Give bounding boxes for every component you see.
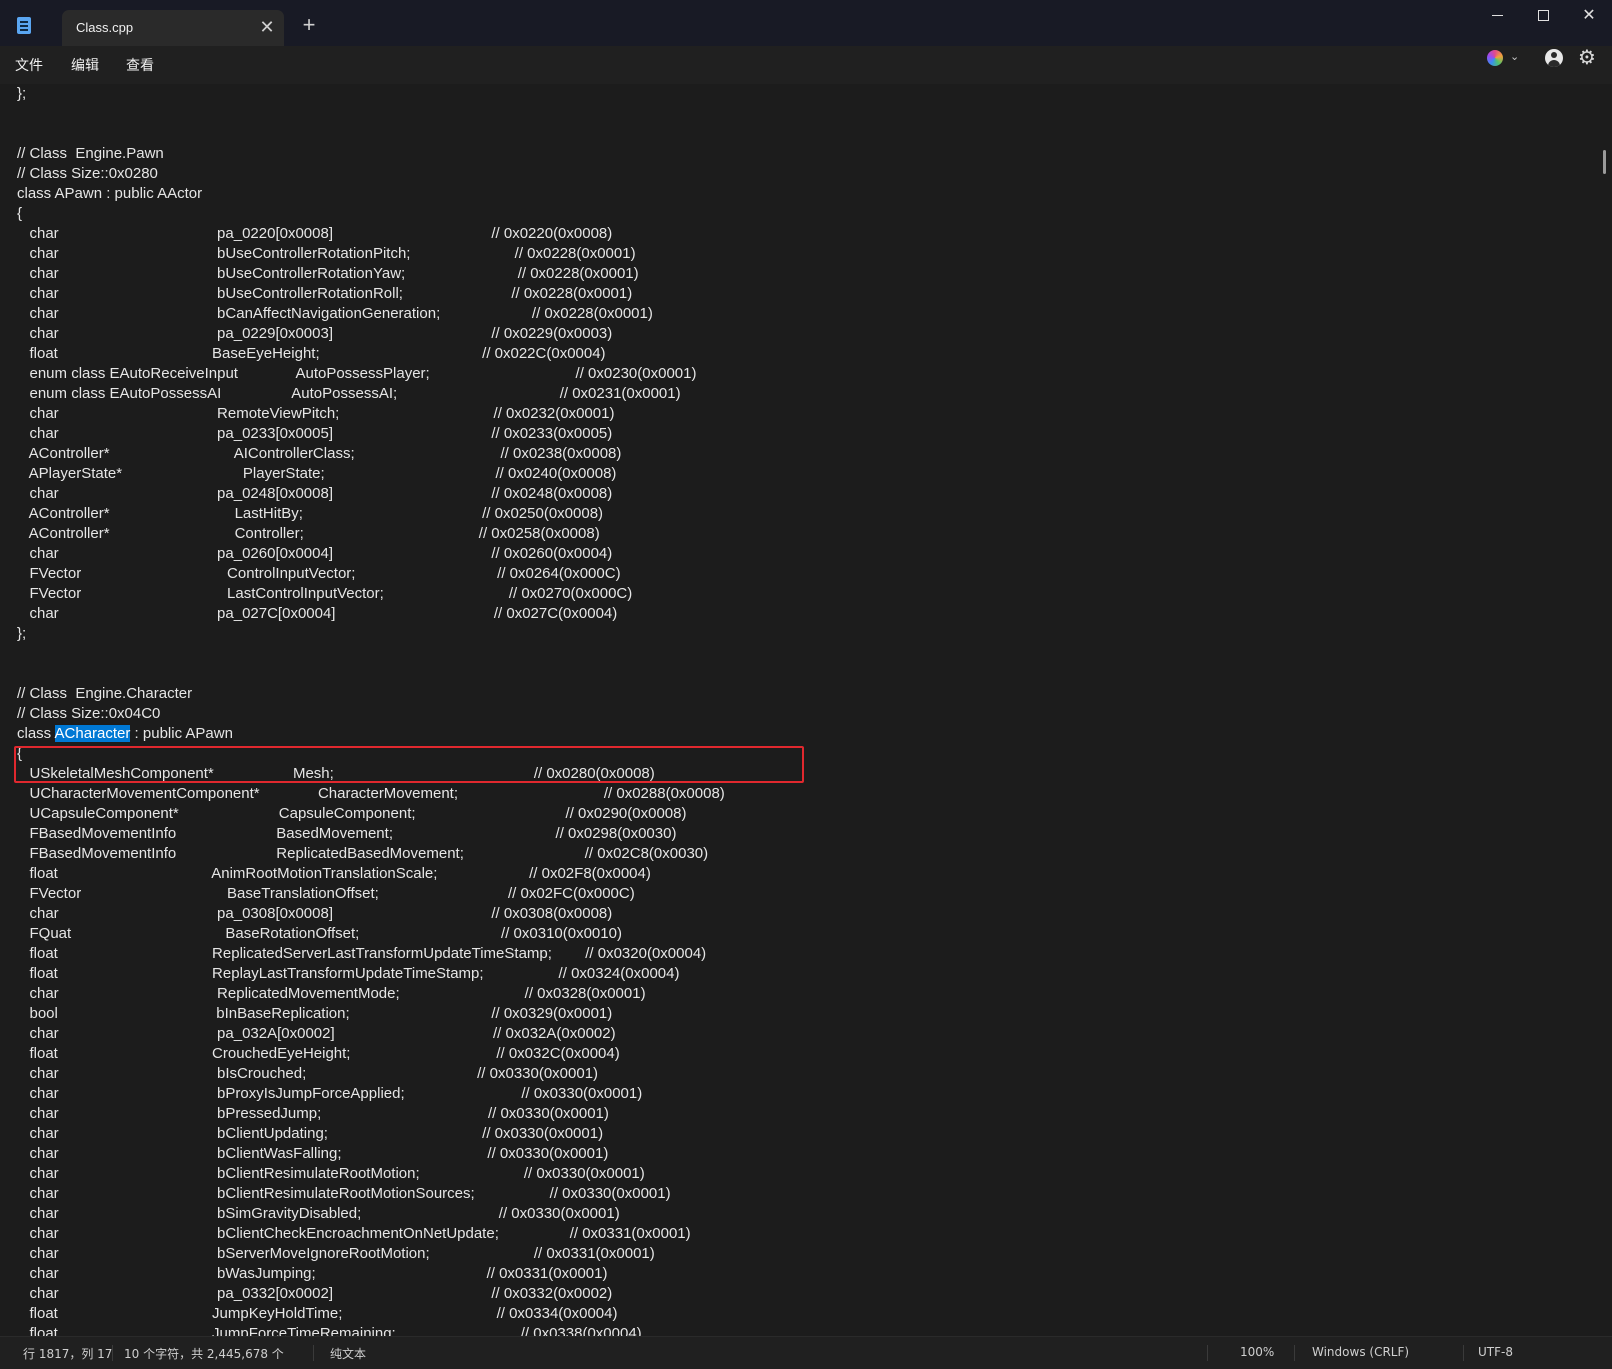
code-line: char RemoteViewPitch; // 0x0232(0x0001) [17, 405, 615, 422]
encoding[interactable]: UTF-8 [1478, 1345, 1513, 1359]
copilot-icon[interactable] [1487, 50, 1503, 66]
code-line: AController* Controller; // 0x0258(0x000… [17, 525, 600, 542]
status-bar: 行 1817，列 17 10 个字符，共 2,445,678 个 纯文本 100… [0, 1336, 1612, 1369]
code-line: // Class Engine.Character [17, 685, 193, 702]
code-line: float ReplicatedServerLastTransformUpdat… [17, 945, 707, 962]
code-line: char pa_027C[0x0004] // 0x027C(0x0004) [17, 605, 618, 622]
code-line: // Class Size::0x04C0 [17, 705, 161, 722]
maximize-icon [1537, 10, 1549, 22]
code-line: float CrouchedEyeHeight; // 0x032C(0x000… [17, 1045, 620, 1062]
code-line: AController* LastHitBy; // 0x0250(0x0008… [17, 505, 604, 522]
menu-bar: 文件 编辑 查看 [0, 46, 1612, 84]
tab-class-cpp[interactable]: Class.cpp ✕ [62, 10, 284, 46]
code-line: FBasedMovementInfo ReplicatedBasedMoveme… [17, 845, 709, 862]
code-line: char bPressedJump; // 0x0330(0x0001) [17, 1105, 609, 1122]
code-line: char ReplicatedMovementMode; // 0x0328(0… [17, 985, 646, 1002]
code-line: FBasedMovementInfo BasedMovement; // 0x0… [17, 825, 677, 842]
code-line: char bClientResimulateRootMotionSources;… [17, 1185, 671, 1202]
code-line: char bProxyIsJumpForceApplied; // 0x0330… [17, 1085, 643, 1102]
vertical-scrollbar[interactable] [1596, 84, 1612, 1336]
line-ending[interactable]: Windows (CRLF) [1312, 1345, 1409, 1359]
maximize-button[interactable] [1520, 0, 1566, 32]
cursor-position: 行 1817，列 17 [23, 1347, 113, 1361]
code-line: }; [17, 85, 27, 102]
title-bar: Class.cpp ✕ + ✕ [0, 0, 1612, 47]
code-line: char bIsCrouched; // 0x0330(0x0001) [17, 1065, 599, 1082]
code-line: UCharacterMovementComponent* CharacterMo… [17, 785, 725, 802]
code-text: : public APawn [130, 725, 233, 742]
menu-view[interactable]: 查看 [126, 55, 154, 75]
status-divider [1463, 1345, 1464, 1361]
close-window-button[interactable]: ✕ [1566, 0, 1612, 32]
code-line: // Class Engine.Pawn [17, 145, 164, 162]
code-line: char bSimGravityDisabled; // 0x0330(0x00… [17, 1205, 620, 1222]
scrollbar-thumb[interactable] [1603, 150, 1606, 174]
file-format[interactable]: 纯文本 [330, 1345, 366, 1362]
status-divider [313, 1345, 314, 1361]
status-divider [1207, 1345, 1208, 1361]
code-line: class APawn : public AActor [17, 185, 203, 202]
code-line: FVector BaseTranslationOffset; // 0x02FC… [17, 885, 635, 902]
code-line: char bUseControllerRotationPitch; // 0x0… [17, 245, 636, 262]
menu-file[interactable]: 文件 [15, 55, 43, 75]
zoom-level[interactable]: 100% [1240, 1345, 1274, 1359]
code-line: float ReplayLastTransformUpdateTimeStamp… [17, 965, 680, 982]
minimize-button[interactable] [1474, 0, 1520, 32]
code-line: }; [17, 625, 27, 642]
code-line: char bClientResimulateRootMotion; // 0x0… [17, 1165, 645, 1182]
code-line: char pa_0308[0x0008] // 0x0308(0x0008) [17, 905, 613, 922]
code-line: FVector LastControlInputVector; // 0x027… [17, 585, 633, 602]
code-line: char bClientWasFalling; // 0x0330(0x0001… [17, 1145, 609, 1162]
code-line: FQuat BaseRotationOffset; // 0x0310(0x00… [17, 925, 622, 942]
code-line: char pa_0248[0x0008] // 0x0248(0x0008) [17, 485, 613, 502]
code-line: AController* AIControllerClass; // 0x023… [17, 445, 622, 462]
code-line: char pa_0233[0x0005] // 0x0233(0x0005) [17, 425, 613, 442]
tab-close-icon[interactable]: ✕ [256, 16, 278, 38]
code-line: FVector ControlInputVector; // 0x0264(0x… [17, 565, 621, 582]
tab-title: Class.cpp [76, 20, 134, 35]
code-line: float BaseEyeHeight; // 0x022C(0x0004) [17, 345, 606, 362]
code-line: char bWasJumping; // 0x0331(0x0001) [17, 1265, 608, 1282]
code-line: UCapsuleComponent* CapsuleComponent; // … [17, 805, 687, 822]
minimize-icon [1491, 15, 1503, 17]
code-line: char bCanAffectNavigationGeneration; // … [17, 305, 653, 322]
code-line: char bClientUpdating; // 0x0330(0x0001) [17, 1125, 604, 1142]
code-line: char bServerMoveIgnoreRootMotion; // 0x0… [17, 1245, 655, 1262]
code-line-selected: class ACharacter : public APawn [17, 724, 233, 744]
code-line: enum class EAutoPossessAI AutoPossessAI;… [17, 385, 681, 402]
code-line: // Class Size::0x0280 [17, 165, 158, 182]
code-text: class [17, 725, 55, 742]
new-tab-button[interactable]: + [296, 12, 322, 38]
code-line: float AnimRootMotionTranslationScale; //… [17, 865, 651, 882]
code-line: char pa_0220[0x0008] // 0x0220(0x0008) [17, 225, 613, 242]
code-line: USkeletalMeshComponent* Mesh; // 0x0280(… [17, 765, 655, 782]
code-line: char bUseControllerRotationRoll; // 0x02… [17, 285, 633, 302]
code-line: { [17, 745, 23, 762]
code-line: char pa_0229[0x0003] // 0x0229(0x0003) [17, 325, 613, 342]
status-divider [112, 1345, 113, 1361]
account-icon[interactable] [1545, 49, 1563, 67]
text-editor[interactable]: class ACharacter : public APawn }; // Cla… [0, 84, 1596, 1336]
menu-edit[interactable]: 编辑 [71, 55, 99, 75]
code-line: char bClientCheckEncroachmentOnNetUpdate… [17, 1225, 691, 1242]
code-line: char pa_0260[0x0004] // 0x0260(0x0004) [17, 545, 613, 562]
code-line: char pa_032A[0x0002] // 0x032A(0x0002) [17, 1025, 616, 1042]
code-line: bool bInBaseReplication; // 0x0329(0x000… [17, 1005, 613, 1022]
code-line: float JumpKeyHoldTime; // 0x0334(0x0004) [17, 1305, 618, 1322]
code-line: APlayerState* PlayerState; // 0x0240(0x0… [17, 465, 617, 482]
code-line: enum class EAutoReceiveInput AutoPossess… [17, 365, 697, 382]
selected-text: ACharacter [54, 725, 131, 742]
code-line: char pa_0332[0x0002] // 0x0332(0x0002) [17, 1285, 613, 1302]
selection-count: 10 个字符，共 2,445,678 个 [124, 1347, 284, 1361]
code-line: float JumpForceTimeRemaining; // 0x0338(… [17, 1325, 642, 1336]
gear-icon[interactable]: ⚙ [1578, 46, 1596, 70]
chevron-down-icon[interactable]: ⌄ [1510, 50, 1519, 63]
status-divider [1294, 1345, 1295, 1361]
code-line: { [17, 205, 23, 222]
code-line: char bUseControllerRotationYaw; // 0x022… [17, 265, 639, 282]
notepad-app-icon [17, 17, 31, 34]
